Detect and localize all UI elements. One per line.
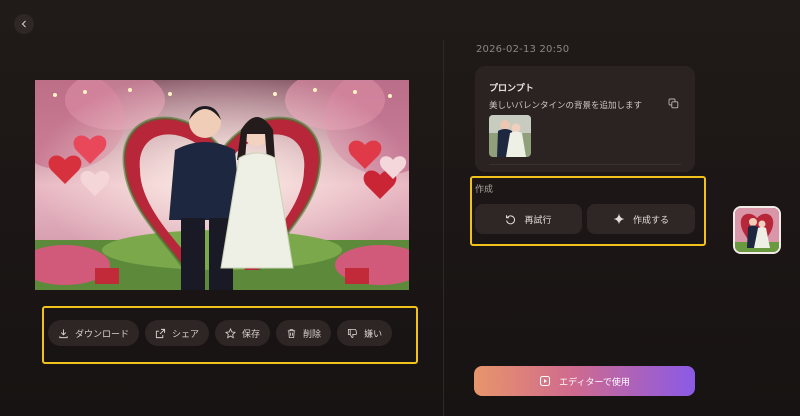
create-section-label: 作成 bbox=[475, 185, 494, 195]
valentine-couple-image bbox=[35, 80, 409, 290]
side-thumbnail-photo bbox=[735, 208, 779, 252]
thumbs-down-icon bbox=[348, 328, 358, 338]
chevron-left-icon bbox=[21, 20, 26, 28]
generate-label: 作成する bbox=[632, 215, 669, 226]
sparkle-icon bbox=[613, 213, 625, 225]
editor-icon bbox=[540, 376, 551, 386]
copy-icon[interactable] bbox=[668, 98, 679, 109]
use-in-editor-label: エディターで使用 bbox=[559, 377, 630, 388]
retry-label: 再試行 bbox=[524, 215, 552, 226]
use-in-editor-button[interactable]: エディターで使用 bbox=[474, 366, 695, 396]
delete-button[interactable]: 削除 bbox=[276, 320, 332, 346]
image-action-bar: ダウンロード シェア 保存 削除 嫌い bbox=[48, 320, 393, 346]
share-label: シェア bbox=[172, 329, 200, 340]
download-icon bbox=[59, 328, 68, 338]
trash-icon bbox=[287, 328, 296, 338]
download-button[interactable]: ダウンロード bbox=[48, 320, 140, 346]
prompt-card-divider bbox=[489, 164, 681, 165]
dislike-button[interactable]: 嫌い bbox=[337, 320, 393, 346]
delete-label: 削除 bbox=[303, 329, 322, 340]
save-button[interactable]: 保存 bbox=[215, 320, 271, 346]
generate-button[interactable]: 作成する bbox=[587, 204, 695, 234]
app-window: ダウンロード シェア 保存 削除 嫌い 2026-02-13 20:50 プロン… bbox=[0, 0, 800, 416]
back-button[interactable] bbox=[14, 14, 34, 34]
prompt-reference-thumbnail[interactable] bbox=[489, 115, 531, 157]
reference-photo bbox=[489, 115, 531, 157]
share-icon bbox=[155, 328, 166, 338]
share-button[interactable]: シェア bbox=[145, 320, 210, 346]
save-label: 保存 bbox=[242, 329, 261, 340]
download-label: ダウンロード bbox=[75, 329, 130, 340]
dislike-label: 嫌い bbox=[364, 329, 383, 340]
prompt-text: 美しいバレンタインの背景を追加します bbox=[489, 101, 643, 111]
retry-icon bbox=[506, 214, 516, 224]
retry-button[interactable]: 再試行 bbox=[475, 204, 582, 234]
prompt-title: プロンプト bbox=[489, 84, 534, 94]
timestamp: 2026-02-13 20:50 bbox=[476, 44, 570, 55]
panel-divider bbox=[443, 40, 444, 416]
prompt-card: プロンプト 美しいバレンタインの背景を追加します bbox=[475, 66, 695, 172]
star-icon bbox=[225, 327, 237, 338]
generated-image[interactable] bbox=[35, 80, 409, 290]
side-image-thumbnail[interactable] bbox=[733, 206, 781, 254]
